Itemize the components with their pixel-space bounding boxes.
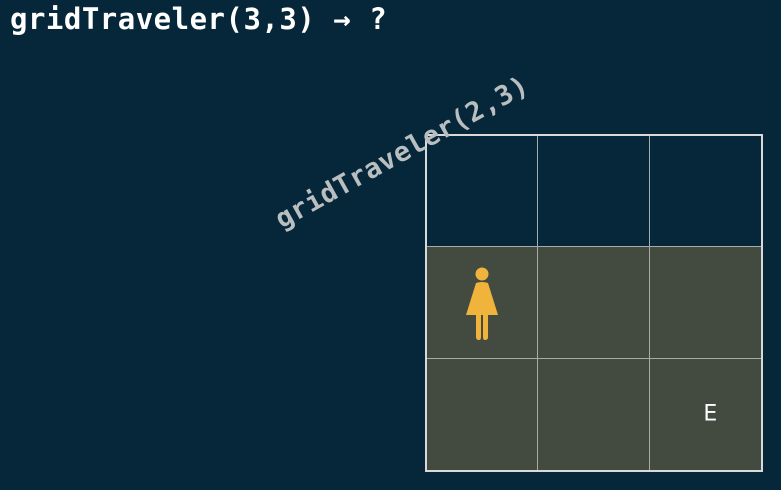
grid-cell-2-3 — [649, 247, 761, 359]
grid-cell-3-2 — [538, 358, 650, 470]
grid-cell-1-1 — [427, 136, 539, 248]
grid-board: E — [425, 134, 763, 472]
slide: gridTraveler(3,3) → ? E gridTraveler(2,3… — [0, 0, 781, 490]
grid-cell-3-3: E — [649, 358, 761, 470]
grid-cell-2-2 — [538, 247, 650, 359]
end-label: E — [703, 401, 718, 427]
grid-cell-1-3 — [649, 136, 761, 248]
woman-icon — [466, 267, 498, 341]
grid-cell-3-1 — [427, 358, 539, 470]
grid-cell-2-1 — [427, 247, 539, 359]
slide-title: gridTraveler(3,3) → ? — [10, 2, 388, 36]
grid-cell-1-2 — [538, 136, 650, 248]
